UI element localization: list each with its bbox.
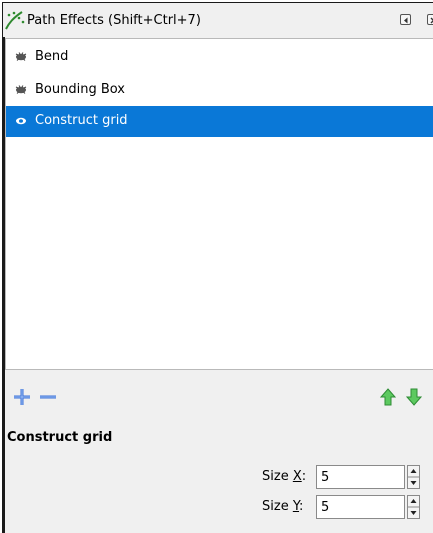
size-x-stepper[interactable] — [407, 465, 420, 489]
visibility-eye-icon[interactable] — [14, 114, 28, 128]
effect-item-bounding-box[interactable]: Bounding Box — [6, 75, 433, 106]
size-y-input[interactable] — [316, 495, 405, 519]
effect-label: Bounding Box — [35, 82, 126, 97]
size-y-label: Size Y: — [262, 499, 303, 514]
minus-icon[interactable] — [37, 386, 59, 408]
effect-params-title: Construct grid — [7, 430, 113, 445]
effect-label: Bend — [35, 49, 69, 64]
size-y-stepper[interactable] — [407, 495, 420, 519]
dock-button[interactable] — [400, 14, 411, 25]
dialog-titlebar[interactable]: Path Effects (Shift+Ctrl+7) — [3, 3, 433, 37]
dialog-title: Path Effects (Shift+Ctrl+7) — [27, 13, 201, 28]
size-x-label-key: X — [292, 469, 302, 484]
visibility-eye-icon[interactable] — [14, 83, 28, 97]
size-x-input[interactable] — [316, 465, 405, 489]
size-x-label-suffix: : — [301, 469, 307, 484]
effect-item-bend[interactable]: Bend — [6, 42, 433, 73]
size-x-label: Size X: — [262, 469, 306, 484]
collapse-icon — [404, 17, 408, 24]
effect-label: Construct grid — [35, 113, 128, 128]
close-button[interactable] — [427, 14, 433, 25]
arrow-down-icon[interactable] — [403, 386, 425, 408]
size-y-label-suffix: : — [299, 499, 304, 514]
effects-list[interactable]: Bend Bounding Box Construct grid — [5, 38, 433, 370]
close-icon — [430, 17, 433, 24]
arrow-up-icon[interactable] — [377, 386, 399, 408]
plus-icon[interactable] — [11, 386, 33, 408]
effect-item-construct-grid[interactable]: Construct grid — [6, 106, 433, 137]
effects-toolbar — [3, 382, 433, 412]
size-y-label-prefix: Size — [262, 499, 293, 514]
visibility-eye-icon[interactable] — [14, 50, 28, 64]
size-x-label-prefix: Size — [262, 469, 293, 484]
path-effects-icon — [5, 11, 25, 30]
